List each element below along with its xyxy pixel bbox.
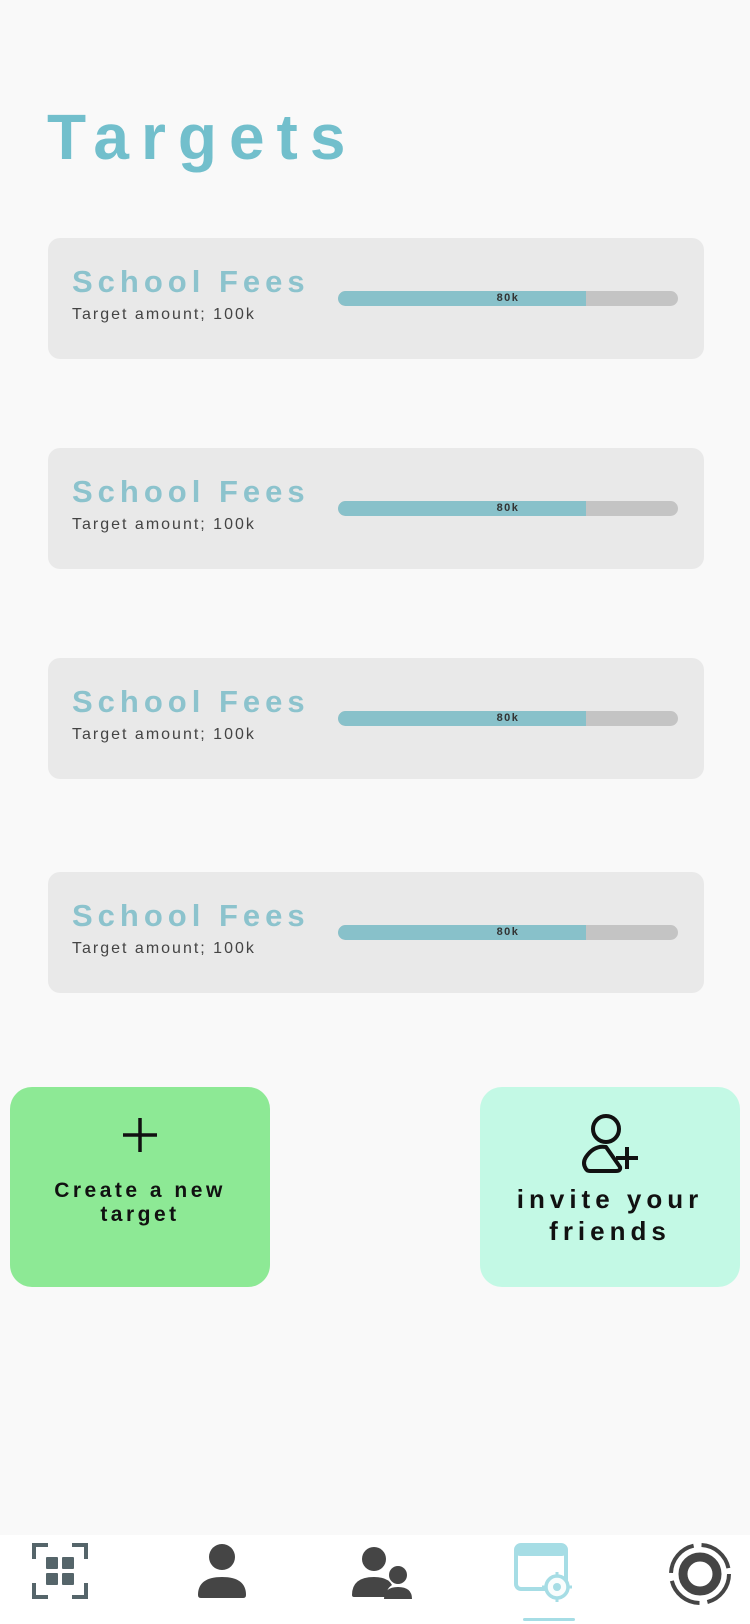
create-label-line2: target [100, 1203, 180, 1226]
invite-label-line2: friends [549, 1216, 671, 1246]
create-label-line1: Create a new [54, 1179, 226, 1202]
invite-friends-label: invite your friends [480, 1183, 740, 1247]
target-amount: Target amount; 100k [72, 516, 256, 533]
target-card[interactable]: School Fees Target amount; 100k 80k [48, 448, 704, 569]
progress-label: 80k [496, 292, 520, 304]
tab-profile[interactable] [182, 1541, 262, 1621]
target-amount: Target amount; 100k [72, 306, 256, 323]
progress-bar: 80k [338, 291, 678, 306]
tab-community[interactable] [344, 1541, 424, 1621]
tab-targets[interactable] [505, 1541, 585, 1621]
targets-screen: Targets School Fees Target amount; 100k … [0, 0, 750, 1624]
active-tab-indicator [523, 1618, 575, 1621]
plus-icon [10, 1115, 270, 1155]
progress-bar: 80k [338, 711, 678, 726]
targets-icon [514, 1543, 572, 1602]
page-title: Targets [47, 101, 358, 173]
invite-label-line1: invite your [516, 1184, 704, 1214]
grid-scan-icon [32, 1543, 88, 1599]
target-name: School Fees [72, 898, 310, 933]
progress-bar: 80k [338, 925, 678, 940]
ring-icon [669, 1543, 731, 1605]
progress-bar: 80k [338, 501, 678, 516]
target-card[interactable]: School Fees Target amount; 100k 80k [48, 658, 704, 779]
progress-label: 80k [496, 926, 520, 938]
progress-label: 80k [496, 502, 520, 514]
user-icon [198, 1544, 246, 1598]
tab-dashboard[interactable] [20, 1541, 100, 1621]
invite-friends-button[interactable]: invite your friends [480, 1087, 740, 1287]
create-target-label: Create a new target [10, 1179, 270, 1227]
users-icon [352, 1547, 412, 1599]
create-target-button[interactable]: Create a new target [10, 1087, 270, 1287]
bottom-tab-bar [0, 1535, 750, 1624]
tab-settings[interactable] [660, 1541, 740, 1621]
target-card[interactable]: School Fees Target amount; 100k 80k [48, 238, 704, 359]
target-name: School Fees [72, 264, 310, 299]
progress-label: 80k [496, 712, 520, 724]
target-name: School Fees [72, 474, 310, 509]
add-user-icon [480, 1113, 740, 1175]
target-amount: Target amount; 100k [72, 726, 256, 743]
target-amount: Target amount; 100k [72, 940, 256, 957]
target-name: School Fees [72, 684, 310, 719]
target-card[interactable]: School Fees Target amount; 100k 80k [48, 872, 704, 993]
